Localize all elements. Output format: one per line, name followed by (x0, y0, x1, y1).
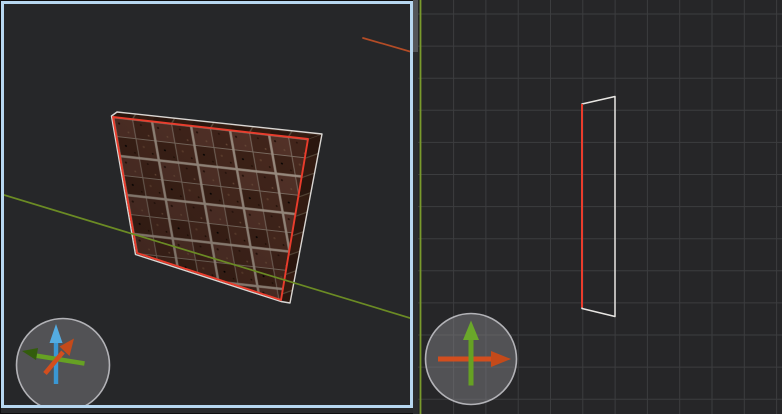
selected-box-object[interactable] (112, 112, 323, 303)
viewport-perspective[interactable] (1, 1, 413, 408)
viewport-orthographic[interactable] (418, 0, 782, 414)
perspective-canvas[interactable] (4, 4, 410, 405)
orientation-gizmo-2d[interactable] (426, 314, 517, 405)
editor-window (0, 0, 782, 414)
box-front-shading (113, 117, 308, 300)
orthographic-canvas[interactable] (418, 0, 782, 414)
orientation-gizmo-3d[interactable] (17, 319, 110, 406)
world-axis-red-line (363, 38, 410, 52)
